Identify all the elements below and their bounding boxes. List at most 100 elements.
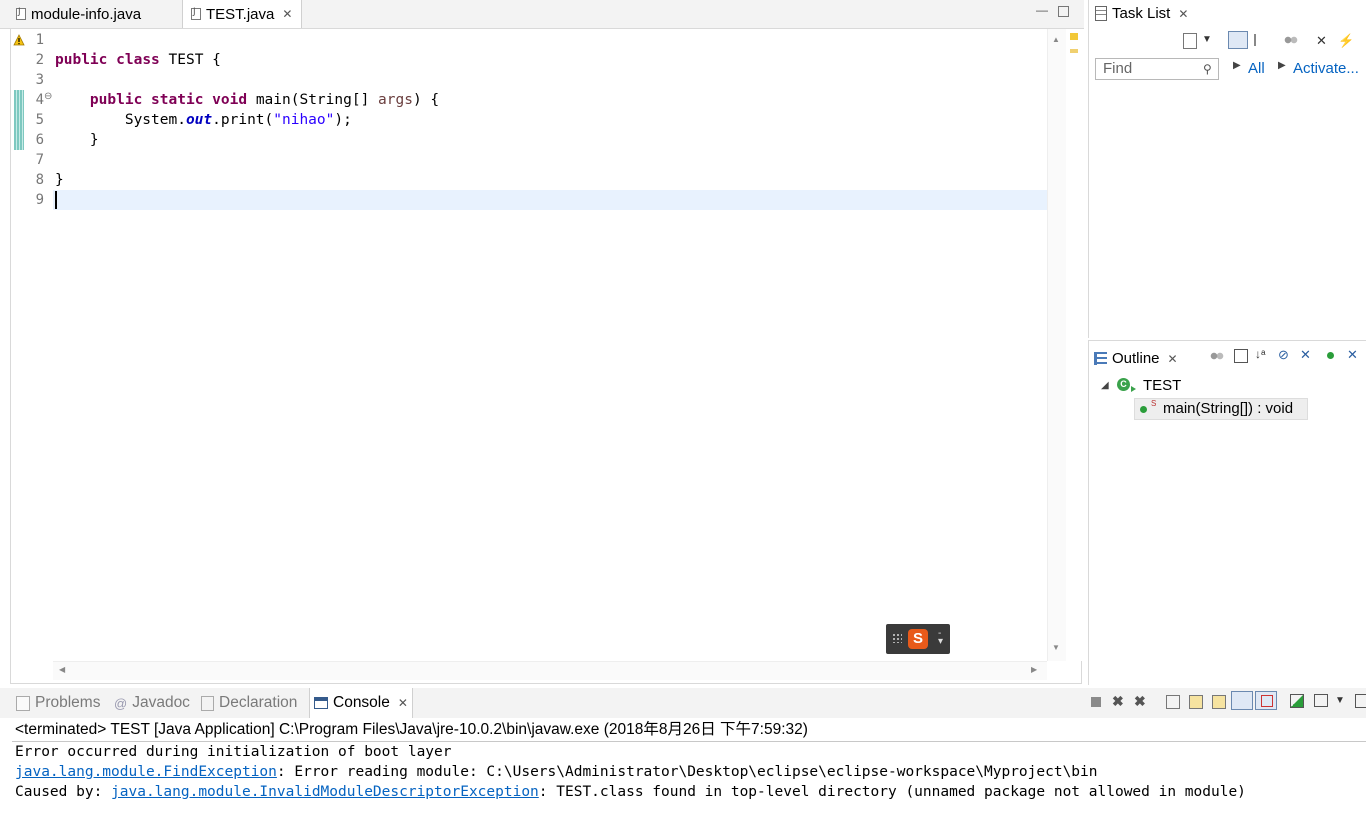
line-number: 6 — [35, 132, 44, 148]
exception-link[interactable]: java.lang.module.InvalidModuleDescriptor… — [111, 784, 539, 800]
scroll-up-icon[interactable]: ▲ — [1052, 35, 1060, 44]
remove-launch-icon[interactable]: ✖ — [1112, 693, 1124, 710]
class-icon: C — [1117, 378, 1130, 391]
console-text: : TEST.class found in top-level director… — [538, 784, 1246, 800]
code-line-5[interactable]: System.out.print("nihao"); — [55, 110, 352, 130]
tab-label: TEST.java — [206, 5, 275, 23]
exception-link[interactable]: java.lang.module.FindException — [15, 764, 277, 780]
dropdown-icon[interactable]: ▼ — [1202, 34, 1212, 45]
hide-completed-icon[interactable]: ✕ — [1316, 33, 1327, 49]
problems-icon — [16, 695, 30, 711]
code-line-8[interactable]: } — [55, 170, 64, 190]
collapse-all-icon[interactable] — [1284, 34, 1298, 46]
view-title: Outline — [1112, 350, 1160, 367]
code-line-4[interactable]: public static void main(String[] args) { — [55, 90, 439, 110]
console-icon — [314, 697, 328, 709]
terminate-icon[interactable] — [1091, 697, 1101, 707]
close-icon[interactable]: ✕ — [1168, 352, 1178, 366]
close-icon[interactable]: ✕ — [398, 696, 408, 710]
tab-label: module-info.java — [31, 5, 142, 23]
scroll-down-icon[interactable]: ▼ — [1052, 643, 1060, 652]
grip-icon[interactable] — [892, 633, 902, 643]
scroll-left-icon[interactable]: ◀ — [59, 665, 65, 674]
tab-module-info[interactable]: module-info.java — [8, 0, 149, 28]
close-icon[interactable]: ✕ — [1178, 7, 1188, 21]
scroll-right-icon[interactable]: ▶ — [1031, 665, 1037, 674]
word-wrap-icon[interactable] — [1212, 695, 1226, 709]
all-link[interactable]: All — [1248, 60, 1265, 77]
outline-class-label[interactable]: TEST — [1143, 377, 1181, 394]
keyword: public — [89, 92, 143, 108]
activate-link[interactable]: Activate... — [1293, 60, 1359, 77]
code-line-2[interactable]: public class TEST { — [55, 50, 221, 70]
tab-problems[interactable]: Problems — [12, 688, 104, 718]
tree-collapse-icon[interactable]: ◢ — [1101, 380, 1109, 391]
at-icon: @ — [114, 695, 128, 711]
hide-local-types-icon[interactable]: ✕ — [1347, 347, 1358, 363]
synchronize-icon[interactable]: ⚡ — [1338, 33, 1354, 49]
console-output-line: java.lang.module.FindException: Error re… — [15, 762, 1098, 782]
find-input[interactable]: Find — [1095, 58, 1219, 80]
code-line-6[interactable]: } — [55, 130, 99, 150]
static-marker: S — [1151, 399, 1157, 408]
editor-tab-bar: module-info.java TEST.java ✕ — — [0, 0, 1084, 29]
focus-icon[interactable] — [1254, 34, 1270, 46]
tab-task-list[interactable]: Task List ✕ — [1095, 5, 1188, 22]
hide-static-icon[interactable]: ✕ — [1300, 347, 1311, 363]
tab-test-java[interactable]: TEST.java ✕ — [182, 0, 302, 28]
warning-marker[interactable] — [1070, 33, 1078, 40]
maximize-icon[interactable] — [1058, 6, 1069, 17]
new-task-icon[interactable] — [1183, 33, 1197, 49]
tab-label: Declaration — [219, 694, 298, 711]
parameter: args — [378, 92, 413, 108]
hide-fields-icon[interactable]: ⊘ — [1278, 347, 1289, 363]
line-number: 5 — [35, 112, 44, 128]
code-text: ); — [334, 112, 352, 128]
ime-menu-icon[interactable]: - ▾ — [938, 629, 943, 647]
tab-label: Console — [333, 694, 390, 711]
sogou-logo-icon[interactable]: S — [908, 629, 928, 649]
console-text: Caused by: — [15, 784, 112, 800]
close-icon[interactable]: ✕ — [282, 7, 292, 21]
hide-nonpublic-icon[interactable] — [1327, 352, 1334, 359]
line-number: 9 — [35, 192, 44, 208]
outline-method-label[interactable]: main(String[]) : void — [1163, 400, 1293, 417]
horizontal-scrollbar[interactable]: ◀ ▶ — [53, 661, 1047, 680]
string-literal: "nihao" — [273, 112, 335, 128]
remove-all-icon[interactable]: ✖ — [1134, 693, 1146, 710]
tab-javadoc[interactable]: @ Javadoc — [110, 688, 194, 718]
categorize-toggle[interactable] — [1228, 31, 1248, 49]
dropdown-icon[interactable]: ▼ — [1335, 695, 1345, 706]
tab-declaration[interactable]: Declaration — [197, 688, 301, 718]
ime-toolbar[interactable]: S - ▾ — [886, 624, 950, 654]
tab-outline[interactable]: Outline ✕ — [1094, 350, 1178, 367]
minimize-icon[interactable]: — — [1036, 4, 1048, 16]
clear-console-icon[interactable] — [1166, 695, 1180, 709]
link-editor-icon[interactable] — [1234, 349, 1248, 363]
line-number: 2 — [35, 52, 44, 68]
tab-console[interactable]: Console ✕ — [309, 688, 413, 718]
display-console-icon[interactable] — [1314, 694, 1328, 707]
line-number: 1 — [35, 32, 44, 48]
occurrence-marker[interactable] — [1070, 49, 1078, 53]
show-on-stderr-toggle[interactable] — [1255, 691, 1277, 710]
sort-icon[interactable]: ↓ᵃ — [1255, 347, 1265, 361]
console-output-line: Error occurred during initialization of … — [15, 744, 452, 760]
warning-icon — [13, 33, 25, 46]
java-file-icon — [16, 7, 26, 20]
collapse-all-icon[interactable] — [1210, 350, 1224, 362]
open-console-icon[interactable] — [1355, 694, 1366, 708]
field-ref: out — [185, 112, 213, 128]
stderr-icon — [1261, 695, 1273, 707]
vertical-scrollbar[interactable]: ▲ ▼ — [1047, 29, 1066, 661]
overview-ruler[interactable] — [1066, 29, 1082, 661]
pin-console-icon[interactable] — [1290, 694, 1304, 708]
tab-label: Problems — [35, 694, 101, 711]
fold-icon[interactable]: ⊖ — [44, 91, 52, 102]
search-icon: ⚲ — [1203, 62, 1212, 76]
scroll-lock-icon[interactable] — [1189, 695, 1203, 709]
show-on-stdout-toggle[interactable] — [1231, 691, 1253, 710]
code-text: .print( — [212, 112, 274, 128]
console-output-line: Caused by: java.lang.module.InvalidModul… — [15, 782, 1246, 802]
